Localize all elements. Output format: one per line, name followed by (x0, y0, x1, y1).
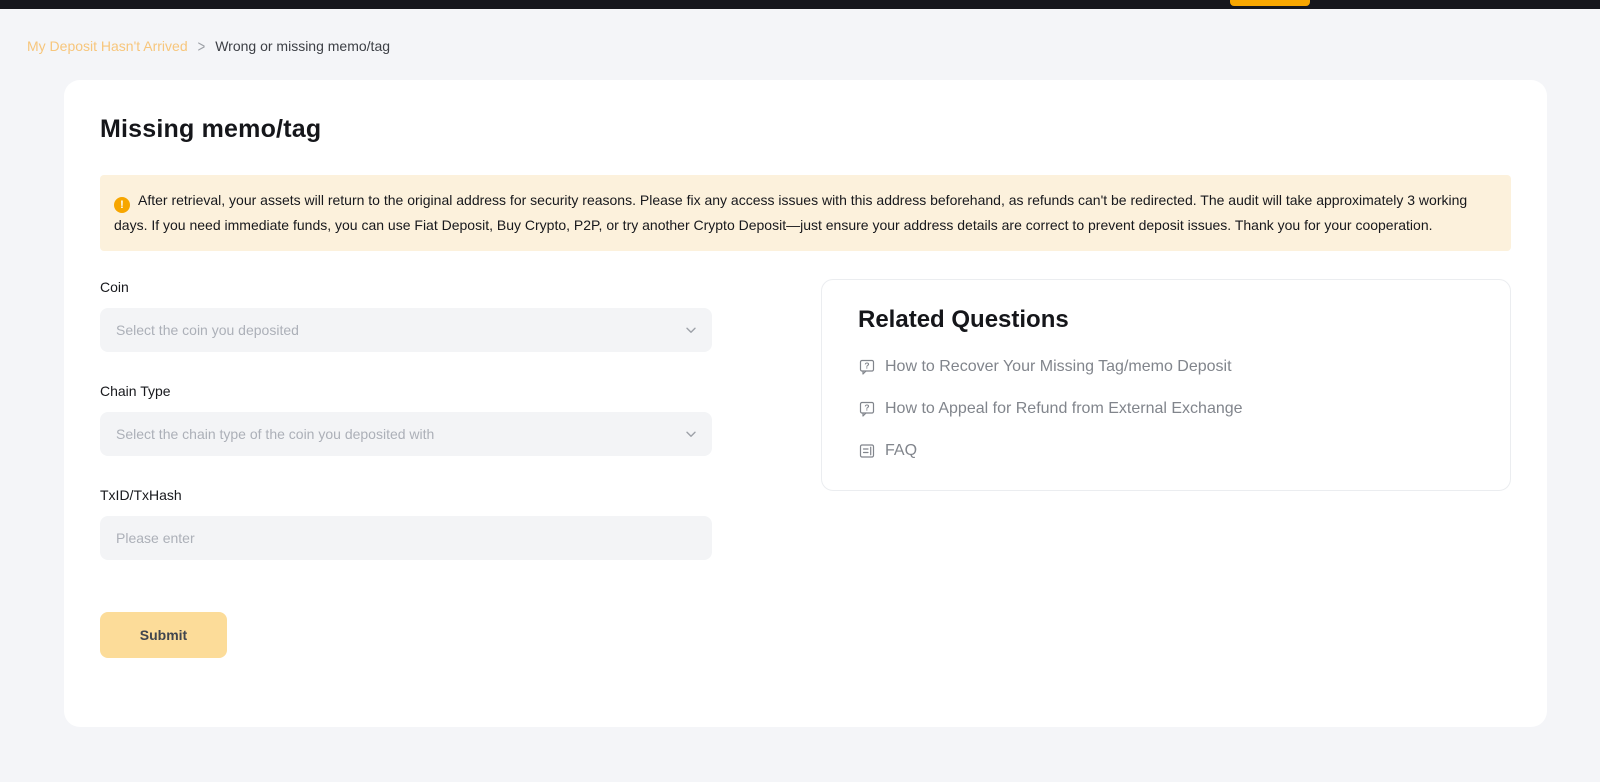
field-group-chain-type: Chain Type Select the chain type of the … (100, 383, 712, 456)
faq-article-icon (858, 442, 876, 460)
submit-button[interactable]: Submit (100, 612, 227, 658)
breadcrumb-separator-icon: > (198, 37, 206, 56)
notice-text: After retrieval, your assets will return… (114, 192, 1467, 233)
related-question-label: How to Recover Your Missing Tag/memo Dep… (885, 358, 1232, 376)
field-group-coin: Coin Select the coin you deposited (100, 279, 712, 352)
related-questions-card: Related Questions ? How to Recover Your … (821, 279, 1511, 491)
coin-select[interactable]: Select the coin you deposited (100, 308, 712, 352)
chain-type-label: Chain Type (100, 383, 712, 399)
alert-icon: ! (114, 197, 130, 213)
top-nav-bar (0, 0, 1600, 9)
deposit-form: Coin Select the coin you deposited Chain… (100, 279, 712, 658)
top-nav-accent-button[interactable] (1230, 0, 1310, 6)
svg-text:?: ? (864, 361, 869, 371)
question-article-icon: ? (858, 400, 876, 418)
notice-banner: !After retrieval, your assets will retur… (100, 175, 1511, 251)
field-group-txid: TxID/TxHash (100, 487, 712, 560)
txid-label: TxID/TxHash (100, 487, 712, 503)
related-faq-link[interactable]: FAQ (858, 442, 1474, 460)
coin-label: Coin (100, 279, 712, 295)
svg-text:?: ? (864, 403, 869, 413)
txid-input[interactable] (100, 516, 712, 560)
chain-type-select-placeholder: Select the chain type of the coin you de… (116, 426, 434, 442)
coin-select-placeholder: Select the coin you deposited (116, 322, 299, 338)
related-question-label: How to Appeal for Refund from External E… (885, 400, 1243, 418)
question-article-icon: ? (858, 358, 876, 376)
main-card: Missing memo/tag !After retrieval, your … (64, 80, 1547, 727)
content-row: Coin Select the coin you deposited Chain… (100, 279, 1511, 658)
chevron-down-icon (684, 427, 698, 441)
related-questions-title: Related Questions (858, 306, 1474, 334)
breadcrumb-parent-link[interactable]: My Deposit Hasn't Arrived (27, 38, 188, 54)
related-faq-label: FAQ (885, 442, 917, 460)
page-title: Missing memo/tag (100, 115, 1511, 144)
breadcrumb-current: Wrong or missing memo/tag (215, 38, 390, 54)
breadcrumb: My Deposit Hasn't Arrived > Wrong or mis… (27, 36, 1600, 56)
chevron-down-icon (684, 323, 698, 337)
chain-type-select[interactable]: Select the chain type of the coin you de… (100, 412, 712, 456)
related-question-link[interactable]: ? How to Appeal for Refund from External… (858, 400, 1474, 418)
related-question-link[interactable]: ? How to Recover Your Missing Tag/memo D… (858, 358, 1474, 376)
